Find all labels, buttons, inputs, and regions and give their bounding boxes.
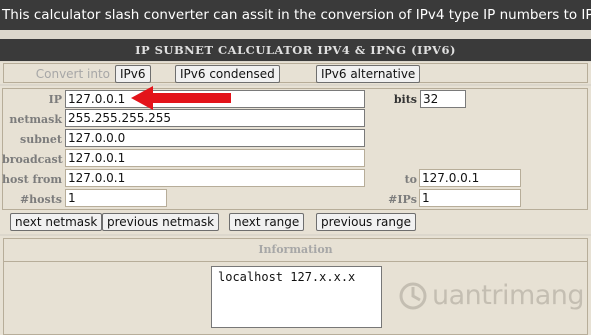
ips-label: #IPs bbox=[388, 193, 417, 206]
netmask-input[interactable]: 255.255.255.255 bbox=[65, 109, 365, 127]
host-from-value: 127.0.0.1 bbox=[65, 169, 365, 187]
convert-label: Convert into bbox=[35, 67, 110, 81]
information-title: Information bbox=[258, 243, 333, 256]
watermark-text: uantrimang bbox=[432, 280, 585, 311]
subnet-input[interactable]: 127.0.0.0 bbox=[65, 129, 365, 147]
information-textarea[interactable]: localhost 127.x.x.x bbox=[211, 266, 382, 328]
previous-range-button[interactable]: previous range bbox=[316, 213, 417, 231]
hosts-value: 1 bbox=[65, 189, 167, 207]
ipv6-condensed-button[interactable]: IPv6 condensed bbox=[175, 65, 280, 83]
bits-label: bits bbox=[393, 93, 417, 106]
previous-netmask-button[interactable]: previous netmask bbox=[102, 213, 220, 231]
red-arrow-icon bbox=[131, 86, 231, 110]
intro-text: This calculator slash converter can assi… bbox=[0, 0, 591, 30]
ips-value: 1 bbox=[419, 189, 521, 207]
host-from-label: host from bbox=[2, 173, 62, 186]
subnet-label: subnet bbox=[20, 133, 62, 146]
broadcast-value: 127.0.0.1 bbox=[65, 149, 365, 167]
broadcast-label: broadcast bbox=[2, 153, 63, 166]
next-range-button[interactable]: next range bbox=[229, 213, 305, 231]
bits-input[interactable]: 32 bbox=[420, 90, 466, 108]
calculator-title: IP SUBNET CALCULATOR IPV4 & IPNG (IPV6) bbox=[0, 39, 591, 61]
ipv6-alternative-button[interactable]: IPv6 alternative bbox=[316, 65, 421, 83]
watermark: uantrimang bbox=[398, 280, 585, 311]
netmask-label: netmask bbox=[9, 113, 62, 126]
to-label: to bbox=[404, 173, 417, 186]
to-value: 127.0.0.1 bbox=[419, 169, 521, 187]
next-netmask-button[interactable]: next netmask bbox=[10, 213, 103, 231]
ipv6-button[interactable]: IPv6 bbox=[115, 65, 151, 83]
ip-label: IP bbox=[48, 93, 62, 106]
hosts-label: #hosts bbox=[19, 193, 62, 206]
watermark-logo-icon bbox=[399, 282, 427, 309]
